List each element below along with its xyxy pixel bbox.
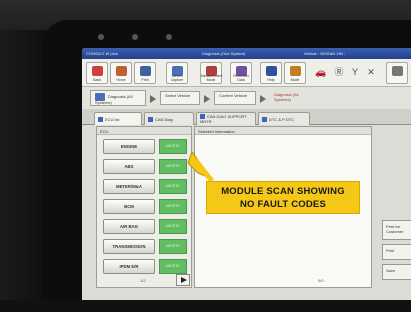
tab-icon	[148, 117, 153, 123]
module-button-transmission[interactable]: TRANSMISSION	[103, 239, 155, 254]
menu-icon	[392, 66, 403, 76]
app-title: CONSULT-III plus	[86, 51, 118, 56]
home-button[interactable]: Home	[110, 62, 132, 84]
list-item: ABS NO DTC	[103, 159, 189, 174]
tab-ecu-list[interactable]: ECU list	[94, 112, 142, 125]
bezel-bolt	[166, 34, 172, 40]
tab-dtc[interactable]: DTC & P DTC	[258, 112, 310, 125]
toolbar: Back Home Print Screen Capture Measureme…	[82, 59, 411, 87]
list-item: METER/M&A NO DTC	[103, 179, 189, 194]
screen-capture-label: Screen Capture	[170, 74, 184, 82]
module-button-airbag[interactable]: AIR BAG	[103, 219, 155, 234]
print-button[interactable]: Print	[134, 62, 156, 84]
callout-line-1: MODULE SCAN SHOWING	[221, 186, 345, 197]
tab-dtc-label: DTC & P DTC	[269, 117, 295, 122]
status-badge: NO DTC	[159, 239, 187, 254]
chevron-right-icon	[204, 95, 210, 103]
status-badge: NO DTC	[159, 179, 187, 194]
measurement-label: Measurement Mode	[201, 74, 223, 82]
home-label: Home	[116, 78, 126, 82]
screen-capture-button[interactable]: Screen Capture	[166, 62, 188, 84]
vehicle-info: Vehicle : NISSAN VIN :	[304, 51, 346, 56]
print-side-button[interactable]: Print	[382, 244, 411, 260]
list-item: BCM NO DTC	[103, 199, 189, 214]
breadcrumb-select-vehicle[interactable]: Select Vehicle	[160, 91, 200, 105]
list-item: ENGINE NO DTC	[103, 139, 189, 154]
module-button-abs[interactable]: ABS	[103, 159, 155, 174]
next-page-button[interactable]	[176, 274, 190, 286]
module-button-engine[interactable]: ENGINE	[103, 139, 155, 154]
tab-can-diag-support-label: CAN DIAG SUPPORT MNTR	[200, 114, 247, 125]
tab-strip: ECU list CAN Diag CAN DIAG SUPPORT MNTR …	[82, 109, 411, 125]
status-badge: NO DTC	[159, 159, 187, 174]
bezel-bolt	[98, 34, 104, 40]
mode-button[interactable]: Mode	[284, 62, 306, 84]
print-label: Print	[141, 78, 149, 82]
breadcrumb-confirm-vehicle[interactable]: Confirm Vehicle	[214, 91, 256, 105]
back-icon	[92, 66, 103, 76]
home-icon	[116, 66, 127, 76]
measurement-mode-button[interactable]: Measurement Mode	[200, 62, 222, 84]
photo-bottom-edge	[0, 300, 411, 312]
tab-ecu-list-label: ECU list	[105, 117, 120, 122]
status-badge: NO DTC	[159, 199, 187, 214]
callout-line-2: NO FAULT CODES	[239, 199, 326, 210]
recorded-data-label: Recorded Data	[233, 74, 249, 82]
ecu-list-panel: ECU ENGINE NO DTC ABS NO DTC METER/M&A N…	[96, 126, 192, 288]
tab-can-diag-support[interactable]: CAN DIAG SUPPORT MNTR	[196, 112, 256, 125]
module-button-ipdm[interactable]: IPDM E/R	[103, 259, 155, 274]
mode-icon	[290, 66, 301, 76]
bezel-bolt	[132, 34, 138, 40]
close-status-icon: ✕	[367, 67, 375, 77]
list-item: TRANSMISSION NO DTC	[103, 239, 189, 254]
vi-status-icon: Ⓡ	[334, 67, 344, 77]
list-item: IPDM E/R NO DTC	[103, 259, 189, 274]
breadcrumb-current: Diagnosis (All Systems)	[274, 92, 299, 102]
recorded-data-button[interactable]: Recorded Data	[230, 62, 252, 84]
page-indicator-right: 0/0	[318, 278, 324, 283]
selected-information-header: Selected Information	[195, 127, 371, 135]
breadcrumb-diagnosis[interactable]: Diagnosis (All Systems)	[90, 90, 146, 106]
print-icon	[140, 66, 151, 76]
tab-can-diag[interactable]: CAN Diag	[144, 112, 194, 125]
menu-button[interactable]	[386, 62, 408, 84]
status-badge: NO DTC	[159, 219, 187, 234]
chevron-right-icon	[260, 95, 266, 103]
window-titlebar: CONSULT-III plus Diagnosis (One System) …	[82, 48, 411, 59]
tablet-screen: CONSULT-III plus Diagnosis (One System) …	[82, 48, 411, 300]
status-badge: NO DTC	[159, 259, 187, 274]
list-item: AIR BAG NO DTC	[103, 219, 189, 234]
print-for-customer-button[interactable]: Print for Customer	[382, 220, 411, 240]
annotation-callout: MODULE SCAN SHOWING NO FAULT CODES	[206, 181, 360, 214]
chevron-right-icon	[150, 95, 156, 103]
device-bezel-left	[0, 30, 48, 312]
page-indicator: 1/2	[140, 278, 146, 283]
back-button[interactable]: Back	[86, 62, 108, 84]
vehicle-status-icon: 🚗	[315, 67, 327, 77]
mode-label: Mode	[290, 78, 300, 82]
save-button[interactable]: Save	[382, 264, 411, 280]
help-icon	[266, 66, 277, 76]
status-badge: NO DTC	[159, 139, 187, 154]
breadcrumb-select-vehicle-label: Select Vehicle	[165, 93, 191, 98]
breadcrumb-confirm-vehicle-label: Confirm Vehicle	[219, 93, 248, 98]
help-label: Help	[267, 78, 275, 82]
tab-icon	[98, 117, 103, 123]
ecu-list-header: ECU	[97, 127, 191, 135]
help-button[interactable]: Help	[260, 62, 282, 84]
tab-icon	[262, 117, 267, 123]
screen-title: Diagnosis (One System)	[202, 51, 246, 56]
signal-status-icon: Y	[351, 67, 358, 77]
back-label: Back	[93, 78, 101, 82]
module-button-meter[interactable]: METER/M&A	[103, 179, 155, 194]
breadcrumb: Diagnosis (All Systems) Select Vehicle C…	[82, 87, 411, 109]
tab-can-diag-label: CAN Diag	[155, 117, 173, 122]
module-button-bcm[interactable]: BCM	[103, 199, 155, 214]
